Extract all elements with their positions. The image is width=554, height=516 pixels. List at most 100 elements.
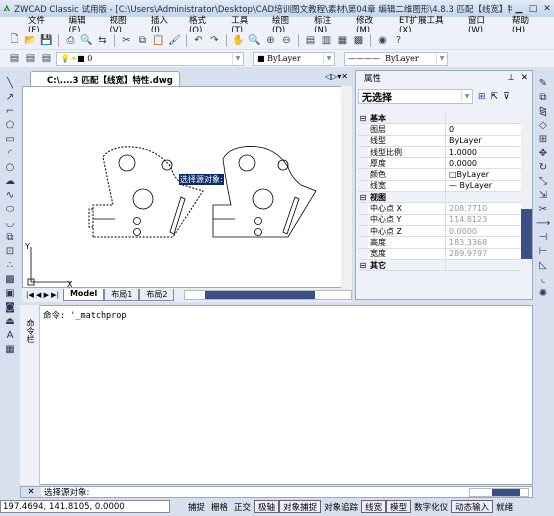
command-line[interactable]: ✕ 选择源对象: — [20, 486, 533, 498]
ellipse-icon[interactable]: ⬭ — [6, 204, 15, 215]
status-toggle[interactable]: 栅格 — [208, 500, 231, 513]
save-icon[interactable]: 💾 — [40, 34, 53, 47]
property-value[interactable] — [446, 113, 521, 124]
zoom-window-icon[interactable]: ⊕ — [264, 34, 277, 47]
layout-tab[interactable]: Model — [62, 289, 105, 301]
layer-combo[interactable]: 💡☀ ■ 0 ▼ — [56, 51, 244, 66]
property-category[interactable]: ⊟ 其它 — [358, 259, 521, 272]
collapse-icon[interactable]: ⊟ — [358, 193, 368, 202]
close-command-icon[interactable]: ✕ — [21, 487, 41, 497]
text-icon[interactable]: A — [7, 330, 14, 341]
color-combo[interactable]: ■ ByLayer ▼ — [253, 51, 335, 66]
match-properties-icon[interactable]: 🖌 — [168, 34, 181, 47]
quick-select-icon[interactable]: ⊽ — [503, 92, 510, 102]
property-row[interactable]: 宽度 289.9797 — [358, 248, 521, 260]
property-row[interactable]: 图层 0 — [358, 124, 521, 136]
property-row[interactable]: 厚度 0.0000 — [358, 158, 521, 170]
line-icon[interactable]: ╲ — [7, 78, 13, 89]
layout-tab[interactable]: 布局2 — [139, 289, 175, 301]
mirror-icon[interactable]: ⧎ — [539, 106, 547, 117]
property-value[interactable]: 183.3368 — [446, 237, 521, 248]
status-toggle[interactable]: 动态输入 — [451, 500, 494, 513]
undo-icon[interactable]: ↶ — [192, 34, 205, 47]
zoom-realtime-icon[interactable]: 🔍 — [248, 34, 261, 47]
properties-icon[interactable]: ▤ — [304, 34, 317, 47]
property-value[interactable]: — ByLayer — [446, 180, 521, 192]
property-value[interactable] — [446, 259, 521, 271]
selected-part[interactable] — [88, 146, 204, 238]
tool-palette-icon[interactable]: ▦ — [336, 34, 349, 47]
property-value[interactable]: 0 — [446, 124, 521, 135]
rectangle-icon[interactable]: ▭ — [5, 134, 14, 145]
explode-icon[interactable]: ✺ — [539, 288, 547, 299]
property-value[interactable]: 208.7710 — [446, 203, 521, 214]
property-row[interactable]: 颜色 □ByLayer — [358, 169, 521, 181]
layer-previous-icon[interactable]: ▤ — [24, 52, 37, 65]
property-value[interactable]: 289.9797 — [446, 248, 521, 259]
fillet-icon[interactable]: ◟ — [541, 274, 545, 285]
join-icon[interactable]: ⊢ — [539, 246, 548, 257]
status-toggle[interactable]: 对象追踪 — [321, 500, 361, 513]
preview-icon[interactable]: 🔍 — [80, 34, 93, 47]
toggle-pickadd-icon[interactable]: ⊞ — [478, 92, 486, 102]
property-row[interactable]: 中心点 Z 0.0000 — [358, 225, 521, 238]
render-icon[interactable]: ◉ — [376, 34, 389, 47]
xline-icon[interactable]: ↗ — [6, 92, 14, 103]
property-category[interactable]: ⊟ 视图 — [358, 192, 521, 204]
selection-combo[interactable]: 无选择 ▼ — [358, 89, 473, 104]
property-value[interactable]: 0.0000 — [446, 225, 521, 237]
chamfer-icon[interactable]: ◺ — [539, 260, 547, 271]
make-block-icon[interactable]: ⊡ — [6, 246, 14, 257]
status-toggle[interactable]: 捕捉 — [185, 500, 208, 513]
status-toggle[interactable]: 数字化仪 — [411, 500, 451, 513]
linetype-combo[interactable]: ———— ByLayer ▼ — [344, 51, 448, 66]
property-scrollbar[interactable] — [521, 113, 532, 270]
publish-icon[interactable]: ⇆ — [96, 34, 109, 47]
canvas-vertical-scrollbar[interactable] — [341, 86, 352, 288]
property-value[interactable]: 0.0000 — [446, 158, 521, 169]
trim-icon[interactable]: ✂ — [539, 204, 547, 215]
polygon-icon[interactable]: ⬠ — [6, 120, 15, 131]
copy-icon[interactable]: ⧉ — [539, 92, 546, 103]
scale-icon[interactable]: ⤡ — [539, 176, 547, 187]
region-icon[interactable]: ▣ — [5, 288, 14, 299]
property-row[interactable]: 高度 183.3368 — [358, 237, 521, 249]
print-icon[interactable]: ⎙ — [64, 34, 77, 47]
zoom-previous-icon[interactable]: ⊖ — [280, 34, 293, 47]
stretch-icon[interactable]: ⇲ — [539, 190, 547, 201]
image-icon[interactable]: ▦ — [5, 344, 14, 355]
cloud-icon[interactable]: ☁ — [5, 176, 15, 187]
point-icon[interactable]: ∴ — [7, 260, 13, 271]
layer-manager-icon[interactable]: ▤ — [8, 52, 21, 65]
paste-icon[interactable]: 📋 — [152, 34, 165, 47]
insert-block-icon[interactable]: ⧉ — [6, 232, 13, 243]
break-icon[interactable]: ⊣ — [539, 232, 548, 243]
cut-icon[interactable]: ✂ — [120, 34, 133, 47]
property-value[interactable]: □ByLayer — [446, 169, 521, 180]
maximize-button[interactable]: □ — [526, 4, 540, 14]
close-panel-icon[interactable]: ✕ — [521, 73, 528, 83]
polyline-icon[interactable]: ⌐ — [6, 106, 14, 117]
close-button[interactable]: ✕ — [540, 4, 554, 14]
design-center-icon[interactable]: ▥ — [320, 34, 333, 47]
extend-icon[interactable]: ⟶ — [536, 218, 550, 229]
erase-icon[interactable]: ✎ — [539, 78, 547, 89]
property-row[interactable]: 线宽 — ByLayer — [358, 180, 521, 193]
property-value[interactable] — [446, 192, 521, 203]
copy-icon[interactable]: ⧉ — [136, 34, 149, 47]
calculator-icon[interactable]: ▩ — [352, 34, 365, 47]
move-icon[interactable]: ✥ — [539, 148, 547, 159]
select-objects-icon[interactable]: ⇱ — [491, 92, 499, 102]
tab-controls[interactable]: ◁▷▾✕ — [325, 72, 348, 81]
hatch-icon[interactable]: ▩ — [5, 274, 14, 285]
drawing-canvas[interactable]: Y X 选择源对象: — [22, 86, 352, 289]
target-part[interactable] — [212, 146, 317, 238]
pan-icon[interactable]: ✋ — [232, 34, 245, 47]
status-toggle[interactable]: 极轴 — [254, 500, 280, 513]
help-icon[interactable]: ? — [392, 34, 405, 47]
status-toggle[interactable]: 正交 — [231, 500, 254, 513]
property-value[interactable]: ByLayer — [446, 135, 521, 146]
arc-icon[interactable]: ◜ — [8, 148, 12, 159]
rotate-icon[interactable]: ↻ — [539, 162, 547, 173]
collapse-icon[interactable]: ⊟ — [358, 114, 368, 123]
